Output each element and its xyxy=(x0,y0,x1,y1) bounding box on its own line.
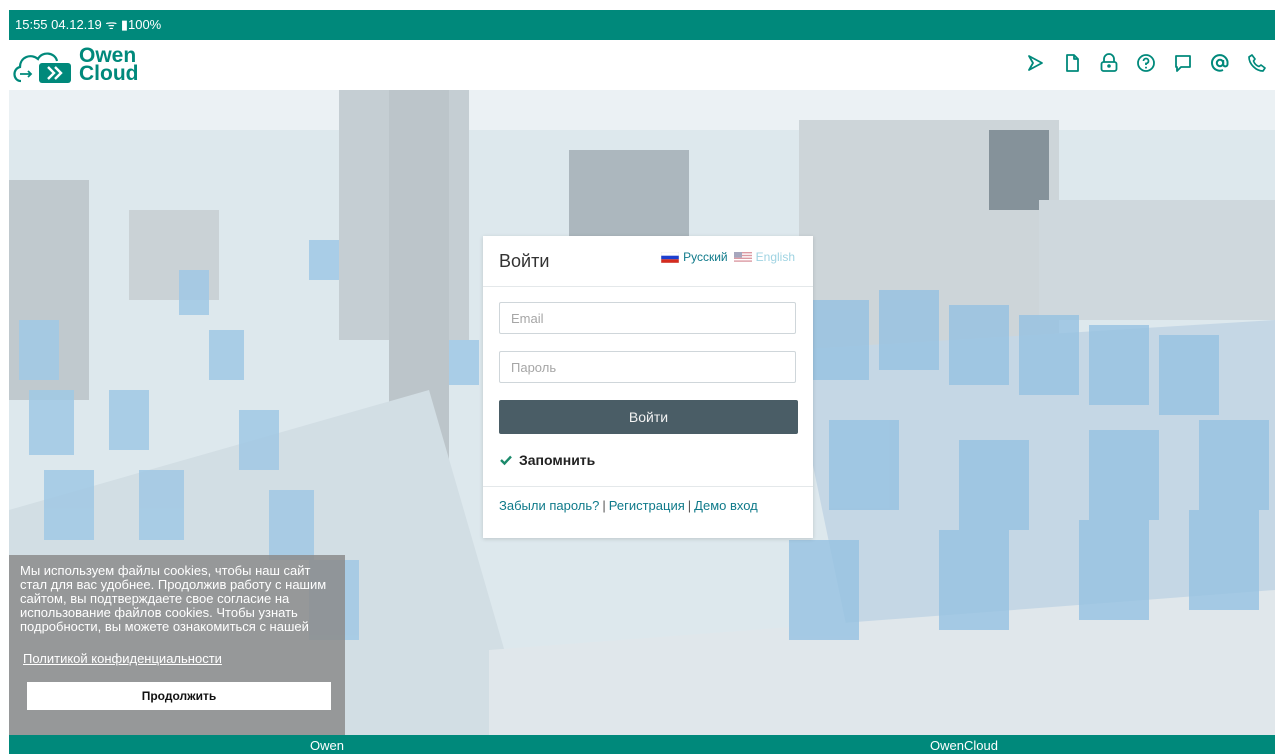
remember-label: Запомнить xyxy=(519,452,596,468)
app-frame: 15:55 04.12.19 ᯤ ▮100% Owen Cloud Войти … xyxy=(9,10,1275,754)
document-icon[interactable] xyxy=(1053,48,1090,78)
at-icon[interactable] xyxy=(1201,48,1238,78)
card-divider xyxy=(483,486,813,487)
cookie-text: Мы используем файлы cookies, чтобы наш с… xyxy=(20,563,327,634)
top-icon-bar xyxy=(1016,48,1275,78)
russia-flag-icon xyxy=(661,251,680,263)
link-separator: | xyxy=(602,498,606,513)
logo-text: Owen Cloud xyxy=(79,45,139,85)
logo-line2: Cloud xyxy=(79,62,139,85)
cloud-logo-icon xyxy=(13,52,71,83)
link-separator: | xyxy=(687,498,692,513)
help-icon[interactable] xyxy=(1127,48,1164,78)
forgot-password-link[interactable]: Забыли пароль? xyxy=(499,498,599,513)
checkmark-icon xyxy=(499,453,513,467)
cookie-continue-button[interactable]: Продолжить xyxy=(27,682,331,710)
language-switcher: Русский English xyxy=(661,250,795,264)
footer: Owen OwenCloud xyxy=(9,735,1275,754)
remember-checkbox[interactable]: Запомнить xyxy=(499,452,595,468)
cookie-banner: Мы используем файлы cookies, чтобы наш с… xyxy=(9,555,345,735)
login-card: Войти Русский English Email Войти Запомн… xyxy=(483,236,813,538)
lang-ru-link[interactable]: Русский xyxy=(661,250,728,264)
owen-cloud-logo[interactable]: Owen Cloud xyxy=(11,43,139,87)
password-field[interactable] xyxy=(499,351,796,383)
lang-en-link[interactable]: English xyxy=(733,250,795,264)
top-header: Owen Cloud xyxy=(9,40,1275,90)
lock-icon[interactable] xyxy=(1090,48,1127,78)
footer-owen-link[interactable]: Owen xyxy=(310,738,344,753)
play-icon[interactable] xyxy=(1016,48,1053,78)
status-text: 15:55 04.12.19 ᯤ ▮100% xyxy=(15,17,162,32)
login-button[interactable]: Войти xyxy=(499,400,798,434)
register-link[interactable]: Регистрация xyxy=(609,498,685,513)
login-card-header: Войти Русский English xyxy=(483,236,813,287)
footer-owencloud-link[interactable]: OwenCloud xyxy=(930,738,998,753)
lang-ru-label: Русский xyxy=(683,250,728,264)
usa-flag-icon xyxy=(733,251,752,263)
lang-en-label: English xyxy=(755,250,795,264)
login-links: Забыли пароль? | Регистрация | Демо вход xyxy=(499,498,758,513)
demo-login-link[interactable]: Демо вход xyxy=(694,498,758,513)
phone-icon[interactable] xyxy=(1238,48,1275,78)
login-title: Войти xyxy=(499,251,550,271)
chat-icon[interactable] xyxy=(1164,48,1201,78)
status-bar: 15:55 04.12.19 ᯤ ▮100% xyxy=(9,10,1275,40)
privacy-policy-link[interactable]: Политикой конфиденциальности xyxy=(23,651,222,666)
email-field[interactable] xyxy=(499,302,796,334)
